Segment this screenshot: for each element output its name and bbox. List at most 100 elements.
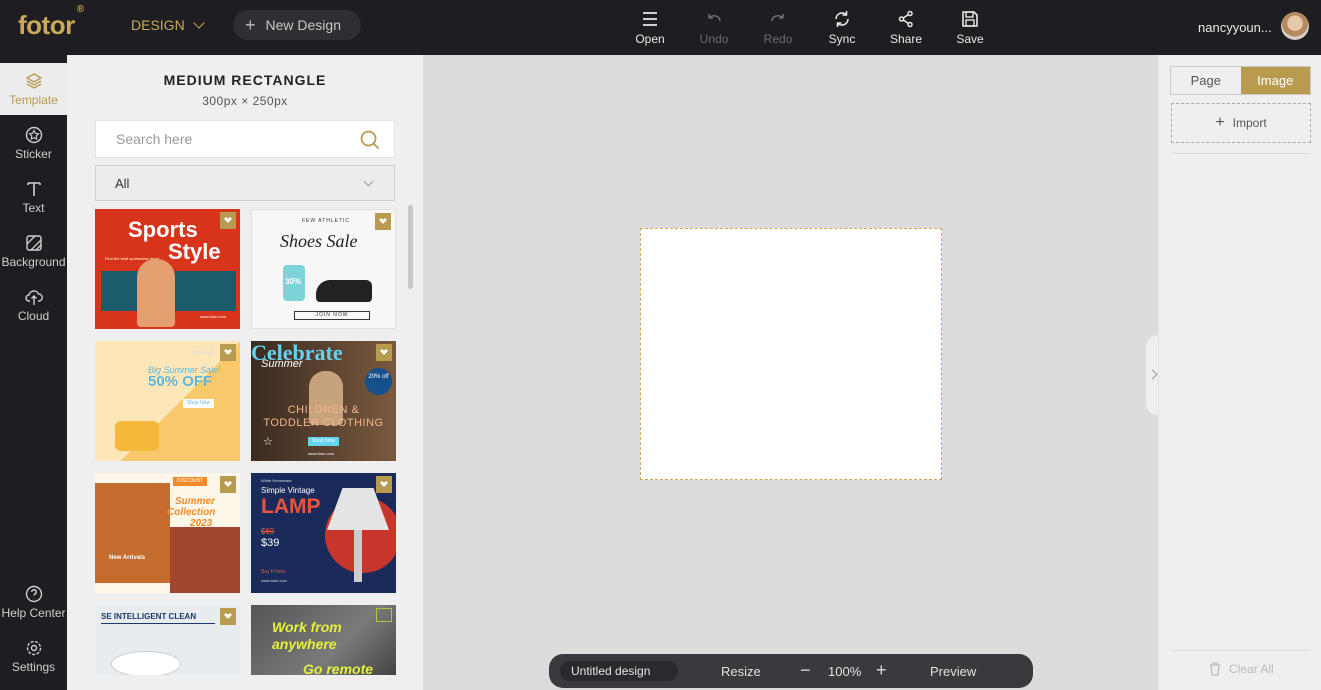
category-select-value: All [115,175,130,191]
template-headline: Collection [167,507,216,518]
template-headline: LAMP [261,495,321,518]
zoom-in-button[interactable]: + [876,660,887,681]
template-thumbnail[interactable]: White Homeware Simple Vintage LAMP $69 $… [251,473,396,593]
premium-crown-icon [375,213,391,230]
help-icon [25,585,42,602]
redo-button[interactable]: Redo [753,10,803,50]
chevron-down-icon [193,16,205,29]
rail-label-help: Help Center [1,605,66,620]
open-button[interactable]: Open [625,10,675,50]
premium-crown-icon [376,476,392,493]
design-canvas[interactable] [640,228,942,480]
template-brand: White Homeware [261,478,292,483]
avatar[interactable] [1281,12,1309,40]
star-icon: ☆ [263,436,273,448]
username[interactable]: nancyyoun... [1198,20,1272,35]
template-lamp [327,488,389,530]
template-headline: 2023 [190,518,213,529]
import-button[interactable]: + Import [1171,103,1311,143]
template-brand: FEW ATHLETIC [302,218,351,224]
cloud-upload-icon [24,289,43,305]
undo-label: Undo [699,32,729,46]
sticker-icon [25,126,42,143]
template-robot-vacuum [111,651,181,675]
template-thumbnail[interactable]: Sports Style Find the best sportswear he… [95,209,240,329]
premium-crown-icon [220,344,236,361]
template-photo [170,527,240,593]
template-panel: MEDIUM RECTANGLE 300px × 250px All Sport… [67,55,423,690]
rail-item-help-center[interactable]: Help Center [0,576,67,628]
template-headline: Style [168,239,221,264]
plus-icon: + [1215,114,1225,131]
zoom-out-button[interactable]: − [800,660,811,681]
right-panel-tabs: Page Image [1170,66,1311,95]
template-headline: 50% OFF [148,373,213,390]
undo-button[interactable]: Undo [689,10,739,50]
template-thumbnail[interactable]: SE INTELLIGENT CLEAN [95,605,240,675]
share-button[interactable]: Share [881,10,931,50]
template-cta: JOIN NOW [294,311,370,321]
sync-label: Sync [828,32,856,46]
premium-crown-icon [220,476,236,493]
template-photo [95,483,170,583]
bottom-bar: Untitled design Resize − 100% + Preview [549,654,1033,688]
design-menu[interactable]: DESIGN [131,16,205,33]
template-badge [376,608,392,622]
fotor-logo[interactable]: fotor® [18,4,84,41]
template-chair [115,421,159,451]
menu-icon [643,12,657,26]
template-headline: Go remote [303,661,374,675]
rail-item-cloud[interactable]: Cloud [0,279,67,331]
template-thumbnail[interactable]: Deisnd Big Summer Sale! 50% OFF Shop Now [95,341,240,461]
search-box [95,120,395,158]
template-headline: SE INTELLIGENT CLEAN [101,613,215,625]
panel-scrollbar[interactable] [408,205,413,289]
redo-icon [771,14,784,22]
gear-icon [26,640,41,655]
template-headline: Sports [128,217,198,242]
resize-button[interactable]: Resize [721,664,761,679]
template-shoe [316,280,372,302]
template-headline: Shoes Sale [280,231,358,251]
rail-item-text[interactable]: Text [0,171,67,223]
left-rail: Template Sticker Text Background Cloud H… [0,55,67,690]
import-label: Import [1232,116,1267,130]
text-icon [26,181,41,196]
category-select[interactable]: All [95,165,395,201]
tab-page[interactable]: Page [1171,67,1241,94]
template-thumbnail[interactable]: FEW ATHLETIC Shoes Sale 30% JOIN NOW [251,209,396,329]
template-thumbnail[interactable]: Work from anywhere Go remote [251,605,396,675]
chevron-down-icon [363,176,374,187]
rail-item-template[interactable]: Template [0,63,67,115]
search-input[interactable] [96,121,336,157]
template-thumbnail[interactable]: Celebrate Summer 20% off CHILDREN & TODD… [251,341,396,461]
clear-all-button[interactable]: Clear All [1209,662,1274,676]
template-url: www.fotor.com [261,578,288,583]
design-menu-label: DESIGN [131,17,185,33]
rail-item-sticker[interactable]: Sticker [0,117,67,169]
rail-item-background[interactable]: Background [0,225,67,277]
template-caption: New Arrivals [109,555,146,561]
preview-button[interactable]: Preview [930,664,976,679]
template-headline: Work from [272,619,342,635]
document-name[interactable]: Untitled design [560,661,678,681]
save-button[interactable]: Save [945,10,995,50]
new-design-button[interactable]: + New Design [233,10,361,40]
save-icon [962,11,978,27]
redo-label: Redo [763,32,793,46]
premium-crown-icon [220,212,236,229]
share-label: Share [889,32,923,46]
template-thumbnail[interactable]: DISCOUNT Summer Collection 2023 New Arri… [95,473,240,593]
premium-crown-icon [220,608,236,625]
search-icon[interactable] [360,130,380,150]
template-url: www.fotor.com [200,314,227,319]
sync-icon [835,11,849,27]
sync-button[interactable]: Sync [817,10,867,50]
tab-image[interactable]: Image [1240,67,1310,94]
rail-item-settings[interactable]: Settings [0,630,67,682]
new-design-label: New Design [265,17,341,33]
plus-icon: + [245,15,256,35]
template-headline: Summer [175,496,216,507]
trash-icon [1210,662,1220,676]
template-lamp [354,530,362,582]
